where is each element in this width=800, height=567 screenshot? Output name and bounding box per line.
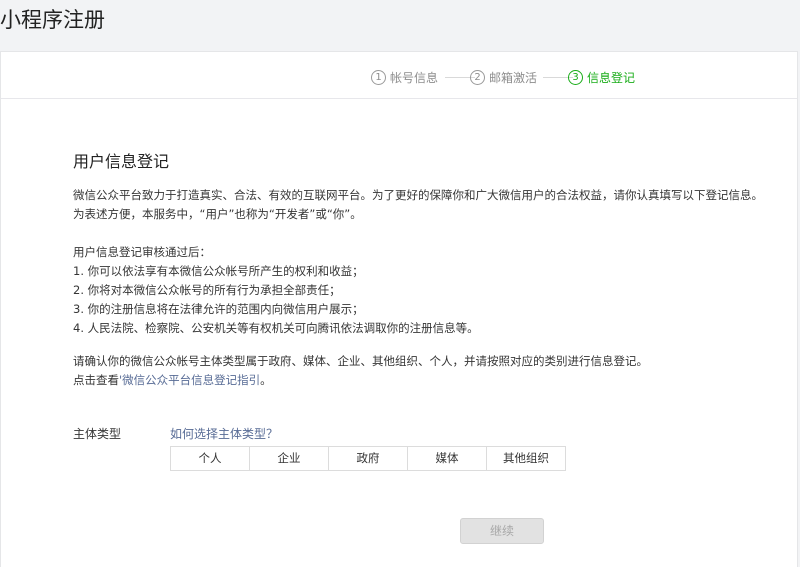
step-number: 2 [470, 70, 485, 85]
step-label: 帐号信息 [390, 71, 439, 85]
step-indicator: 1 帐号信息 2 邮箱激活 3 信息登记 [1, 52, 797, 99]
registration-card: 1 帐号信息 2 邮箱激活 3 信息登记 用户信息登记 微信公众平台致力于打造真… [0, 51, 798, 567]
step-label: 信息登记 [587, 71, 636, 85]
subject-type-individual[interactable]: 个人 [171, 447, 250, 470]
review-item: 1. 你可以依法享有本微信公众帐号所产生的权利和收益； [73, 264, 364, 278]
review-item: 4. 人民法院、检察院、公安机关等有权机关可向腾讯依法调取你的注册信息等。 [73, 321, 479, 335]
guide-prefix: 点击查看 [73, 373, 119, 387]
guide-suffix: 。 [260, 373, 272, 387]
intro-line: 为表述方便，本服务中，“用户”也称为“开发者”或“你”。 [73, 207, 362, 221]
step-account-info: 1 帐号信息 [371, 69, 438, 86]
confirm-line: 请确认你的微信公众帐号主体类型属于政府、媒体、企业、其他组织、个人，并请按照对应… [73, 354, 648, 368]
intro-paragraph: 微信公众平台致力于打造真实、合法、有效的互联网平台。为了更好的保障你和广大微信用… [73, 186, 763, 224]
step-email-activation: 2 邮箱激活 [470, 69, 537, 86]
subject-type-other-org[interactable]: 其他组织 [487, 447, 565, 470]
intro-line: 微信公众平台致力于打造真实、合法、有效的互联网平台。为了更好的保障你和广大微信用… [73, 188, 763, 202]
review-paragraph: 用户信息登记审核通过后： 1. 你可以依法享有本微信公众帐号所产生的权利和收益；… [73, 243, 479, 338]
section-title: 用户信息登记 [73, 152, 170, 171]
subject-type-media[interactable]: 媒体 [408, 447, 487, 470]
subject-type-label: 主体类型 [73, 427, 122, 441]
confirm-paragraph: 请确认你的微信公众帐号主体类型属于政府、媒体、企业、其他组织、个人，并请按照对应… [73, 352, 648, 390]
page-title: 小程序注册 [0, 8, 105, 32]
registration-guide-link[interactable]: '微信公众平台信息登记指引 [119, 373, 260, 387]
subject-type-enterprise[interactable]: 企业 [250, 447, 329, 470]
step-number: 1 [371, 70, 386, 85]
step-info-registration: 3 信息登记 [568, 69, 635, 86]
subject-type-selector: 个人 企业 政府 媒体 其他组织 [170, 446, 566, 471]
review-item: 3. 你的注册信息将在法律允许的范围内向微信用户展示； [73, 302, 364, 316]
continue-button[interactable]: 继续 [460, 518, 544, 544]
guide-line: 点击查看'微信公众平台信息登记指引。 [73, 371, 648, 390]
review-item: 2. 你将对本微信公众帐号的所有行为承担全部责任； [73, 283, 341, 297]
step-number: 3 [568, 70, 583, 85]
step-label: 邮箱激活 [489, 71, 538, 85]
subject-type-help-link[interactable]: 如何选择主体类型？ [170, 425, 278, 442]
subject-type-government[interactable]: 政府 [329, 447, 408, 470]
review-heading: 用户信息登记审核通过后： [73, 245, 211, 259]
